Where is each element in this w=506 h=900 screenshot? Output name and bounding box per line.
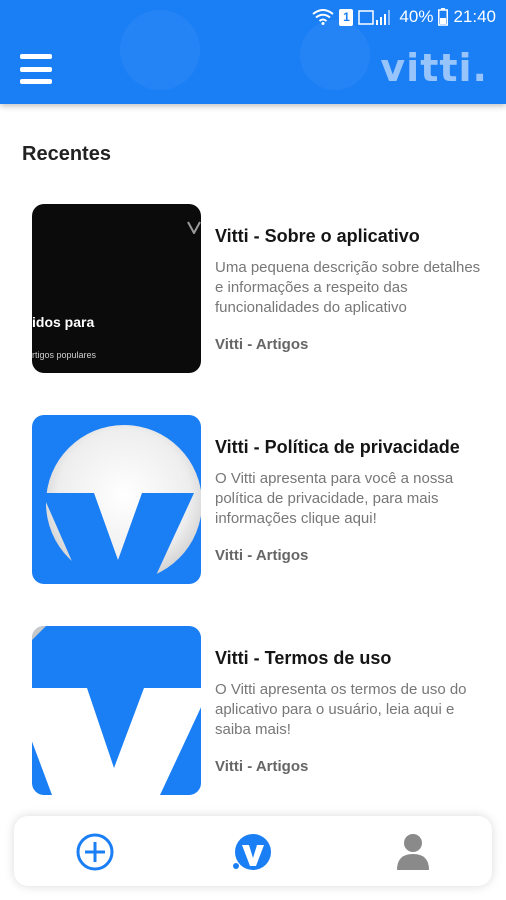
- add-circle-icon[interactable]: [73, 830, 117, 874]
- battery-percent: 40%: [399, 7, 434, 26]
- battery-icon: [438, 8, 449, 26]
- article-thumbnail: idos para rtigos populares: [32, 204, 201, 373]
- wifi-icon: [312, 9, 335, 25]
- thumbnail-caption: idos para: [32, 314, 95, 330]
- article-card[interactable]: idos para rtigos populares Vitti - Sobre…: [32, 204, 482, 374]
- profile-icon[interactable]: [391, 830, 435, 874]
- article-title: Vitti - Política de privacidade: [215, 437, 460, 457]
- article-card[interactable]: Vitti - Termos de uso O Vitti apresenta …: [32, 626, 482, 796]
- signal-icon: [358, 8, 394, 26]
- vitti-v-logo-icon: [32, 626, 201, 795]
- watermark-shape: [120, 10, 200, 90]
- vitti-v-logo-icon: [42, 425, 201, 584]
- status-bar: 1 40% 21:40: [312, 0, 496, 34]
- vitti-logo-icon[interactable]: [230, 830, 274, 874]
- article-source: Vitti - Artigos: [215, 336, 309, 353]
- article-description: O Vitti apresenta para você a nossa polí…: [215, 470, 454, 527]
- article-thumbnail: [32, 626, 201, 795]
- brand-logo: vitti.: [380, 46, 488, 90]
- article-source: Vitti - Artigos: [215, 758, 309, 775]
- article-description: O Vitti apresenta os termos de uso do ap…: [215, 681, 467, 738]
- article-thumbnail: [32, 415, 201, 584]
- app-bar: 1 40% 21:40 vitti.: [0, 0, 506, 104]
- article-title: Vitti - Termos de uso: [215, 648, 392, 668]
- article-title: Vitti - Sobre o aplicativo: [215, 226, 420, 246]
- clock-time: 21:40: [453, 7, 496, 26]
- article-source: Vitti - Artigos: [215, 547, 309, 564]
- v-mark-icon: [187, 221, 201, 234]
- section-title: Recentes: [22, 143, 111, 165]
- hamburger-menu-icon[interactable]: [20, 54, 52, 84]
- thumbnail-subcaption: rtigos populares: [32, 350, 97, 360]
- article-description: Uma pequena descrição sobre detalhes e i…: [215, 259, 481, 316]
- bottom-navigation: [14, 816, 492, 886]
- sim-icon: 1: [339, 8, 354, 26]
- article-card[interactable]: Vitti - Política de privacidade O Vitti …: [32, 415, 482, 585]
